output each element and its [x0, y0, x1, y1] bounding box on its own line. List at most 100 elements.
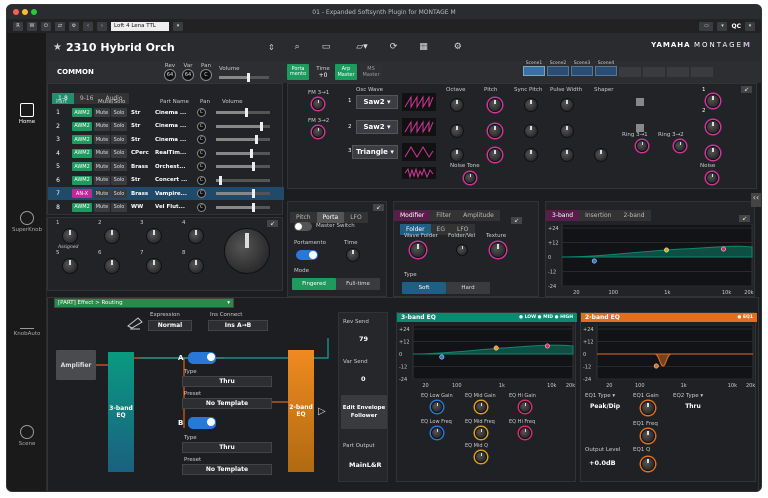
qc-dropdown[interactable]: ▾	[745, 21, 755, 31]
record-button[interactable]: R	[13, 21, 23, 31]
eq-band-node[interactable]	[493, 345, 499, 351]
out2-knob[interactable]	[706, 120, 720, 134]
assign-knob[interactable]	[104, 258, 120, 274]
portamento-toggle[interactable]	[296, 250, 318, 260]
eq3-param-knob[interactable]	[431, 427, 443, 439]
tab-insertion[interactable]: Insertion	[579, 210, 618, 221]
assign-knob[interactable]	[188, 258, 204, 274]
zoom-window-button[interactable]	[31, 9, 37, 15]
part-name[interactable]: RealTim...	[155, 150, 195, 156]
part-row[interactable]: 5 AWM2 Mute Solo Brass Orchest... C	[48, 160, 284, 173]
scene8-button[interactable]	[691, 67, 713, 77]
type-hard-button[interactable]: Hard	[446, 282, 490, 294]
part-engine-badge[interactable]: AWM2	[72, 162, 92, 171]
part-name[interactable]: Cinema ...	[155, 123, 195, 129]
part-pan-knob[interactable]: C	[197, 148, 206, 158]
shaper-node[interactable]	[636, 124, 644, 132]
collapse-osc-icon[interactable]: ↙	[740, 86, 752, 93]
part-name[interactable]: Vampire...	[155, 191, 195, 197]
part-pan-knob[interactable]: C	[197, 202, 206, 212]
tab-porta[interactable]: Porta	[316, 212, 345, 223]
wave-folder-knob[interactable]	[410, 242, 426, 258]
texture-knob[interactable]	[490, 242, 506, 258]
osc-param-knob[interactable]	[560, 124, 574, 138]
osc-param-knob[interactable]	[488, 148, 502, 162]
tab-lfo[interactable]: LFO	[344, 212, 368, 223]
ins-a-type-select[interactable]: Thru	[182, 376, 272, 387]
favorite-star-icon[interactable]: ★	[53, 42, 62, 53]
eq2-type-select[interactable]: Thru	[671, 401, 715, 412]
mute-button[interactable]: Mute	[94, 175, 110, 185]
expression-select[interactable]: Normal	[148, 320, 192, 331]
ins-b-type-select[interactable]: Thru	[182, 442, 272, 453]
assign-knob[interactable]	[62, 228, 78, 244]
sort-icon[interactable]: ⇕	[268, 43, 275, 52]
mode-fulltime-button[interactable]: Full-time	[336, 278, 380, 290]
collapse-porta-icon[interactable]: ↙	[372, 204, 384, 211]
part-pan-knob[interactable]: C	[197, 108, 206, 117]
output-level-value[interactable]: +0.0dB	[589, 459, 616, 467]
two-band-eq-block[interactable]: 2-band EQ	[288, 350, 314, 472]
eq-band-node[interactable]	[439, 354, 445, 360]
part-pan-knob[interactable]: C	[197, 175, 206, 185]
time-value[interactable]: +0	[313, 72, 333, 79]
osc-param-knob[interactable]	[488, 124, 502, 138]
sidebar-item-home[interactable]: Home	[7, 103, 47, 125]
part-row[interactable]: 4 AWM2 Mute Solo CPerc RealTim... C	[48, 147, 284, 160]
var-knob[interactable]: 64	[182, 69, 194, 81]
scene2-button[interactable]: Scene2	[547, 61, 569, 77]
eq3-param-knob[interactable]	[519, 401, 531, 413]
ins-connect-select[interactable]: Ins A→B	[208, 320, 268, 331]
mute-button[interactable]: Mute	[94, 148, 110, 158]
scene7-button[interactable]	[667, 67, 689, 77]
ins-a-preset-select[interactable]: No Template	[182, 398, 272, 409]
ins-b-toggle[interactable]	[188, 417, 216, 429]
fm-3-1-knob[interactable]	[312, 98, 324, 110]
eq3-param-knob[interactable]	[475, 427, 487, 439]
part-output-value[interactable]: MainL&R	[349, 461, 382, 469]
eq3-param-knob[interactable]	[475, 451, 487, 463]
noise-tone-knob[interactable]	[464, 172, 476, 184]
close-window-button[interactable]	[13, 9, 19, 15]
porta-time-knob[interactable]	[346, 248, 360, 262]
gear-icon[interactable]: ⚙	[454, 42, 462, 52]
arp-master-button[interactable]: Arp Master	[335, 64, 357, 80]
var-send-value[interactable]: 0	[361, 375, 366, 383]
solo-button[interactable]: Solo	[111, 189, 127, 198]
portamento-button[interactable]: Porta mento	[287, 64, 309, 80]
eq3-param-knob[interactable]	[475, 401, 487, 413]
performance-name[interactable]: 2310 Hybrid Orch	[66, 41, 266, 54]
part-row[interactable]: 3 AWM2 Mute Solo Str Cinema ... C	[48, 133, 284, 146]
eq-band-node[interactable]	[591, 258, 597, 264]
refresh-icon[interactable]: ⟳	[390, 42, 398, 52]
part-pan-knob[interactable]: C	[197, 121, 206, 131]
common-volume-slider[interactable]	[219, 72, 269, 82]
part-name[interactable]: Cinema ...	[155, 110, 195, 116]
tab-3-band[interactable]: 3-band	[546, 210, 580, 221]
part-pan-knob[interactable]: C	[197, 162, 206, 171]
eq-band-node[interactable]	[664, 247, 669, 253]
assign-knob[interactable]	[104, 228, 120, 244]
master-switch-toggle[interactable]	[294, 222, 312, 231]
power-icon[interactable]: ⏻	[41, 21, 51, 31]
mute-button[interactable]: Mute	[94, 202, 110, 212]
tab-parts-9-16[interactable]: 9-16	[73, 93, 100, 104]
out1-knob[interactable]	[706, 94, 720, 108]
three-band-eq-graph[interactable]: +24 +12 0 -12 -24 20 100 1k 10k 20k	[399, 325, 575, 389]
mute-button[interactable]: Mute	[94, 162, 110, 171]
eq1-freq-knob[interactable]	[641, 429, 655, 443]
eq3-param-knob[interactable]	[431, 401, 443, 413]
eq1-q-knob[interactable]	[641, 457, 655, 471]
fm-3-2-knob[interactable]	[312, 126, 324, 138]
part-name[interactable]: Orchest...	[155, 164, 195, 170]
rev-knob[interactable]: 64	[164, 69, 176, 81]
eq-band-node[interactable]	[721, 246, 726, 252]
part-name[interactable]: Cinema ...	[155, 137, 195, 143]
ins-a-toggle[interactable]	[188, 352, 216, 364]
part-volume-slider[interactable]	[216, 108, 270, 117]
super-knob[interactable]	[224, 228, 270, 274]
type-soft-button[interactable]: Soft	[402, 282, 446, 294]
part-engine-badge[interactable]: AWM2	[72, 121, 92, 131]
ins-b-preset-select[interactable]: No Template	[182, 464, 272, 475]
settings-icon[interactable]: ⚙	[69, 21, 79, 31]
